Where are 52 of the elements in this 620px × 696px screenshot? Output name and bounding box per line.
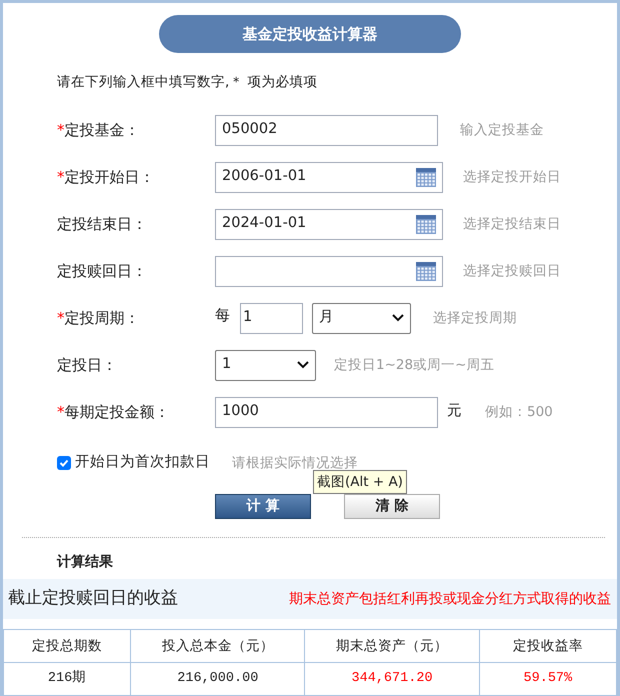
banner-title: 截止定投赎回日的收益 (8, 587, 178, 610)
dropdown[interactable]: 月 (312, 302, 411, 334)
hint-text: 选择定投开始日 (463, 168, 561, 188)
table-cell: 59.57% (479, 662, 616, 696)
input-field[interactable]: 050002 (215, 114, 438, 146)
table-cell: 216期 (4, 662, 131, 696)
date-field[interactable]: 2024-01-01 (215, 208, 443, 240)
checkbox[interactable] (57, 456, 71, 470)
required-mark: * (57, 121, 64, 139)
hint-text: 输入定投基金 (460, 121, 544, 140)
page-title: 基金定投收益计算器 (159, 15, 461, 53)
hint-text: 选择定投周期 (433, 309, 517, 328)
hint-text: 例如：500 (485, 403, 553, 422)
field-label: 定投日： (57, 356, 117, 374)
date-field[interactable]: 2006-01-01 (215, 162, 443, 193)
calendar-icon[interactable] (416, 214, 436, 234)
table-cell: 344,671.20 (304, 662, 480, 696)
field-label: 定投赎回日： (57, 262, 147, 280)
hint-text: 选择定投赎回日 (463, 262, 561, 282)
field-label: 定投开始日： (64, 168, 154, 186)
dropdown[interactable]: 1 (215, 350, 316, 381)
section-heading: 计算结果 (57, 553, 114, 572)
input-field[interactable]: 1 (240, 302, 303, 334)
hint-text: 选择定投结束日 (463, 215, 561, 234)
hint-text: 请根据实际情况选择 (232, 454, 358, 473)
date-field[interactable] (215, 256, 443, 287)
banner-note: 期末总资产包括红利再投或现金分红方式取得的收益 (289, 590, 611, 608)
column-header: 期末总资产（元） (304, 630, 480, 662)
table-cell: 216,000.00 (130, 662, 305, 696)
caret-icon (297, 361, 309, 370)
clear-button[interactable]: 清 除 (344, 494, 440, 519)
required-mark: * (57, 309, 64, 327)
column-header: 定投收益率 (479, 630, 616, 662)
tooltip: 截图(Alt + A) (313, 470, 407, 494)
caret-icon (392, 314, 404, 322)
hint-text: 定投日1~28或周一~周五 (334, 356, 494, 376)
required-mark: * (57, 168, 64, 186)
required-mark: * (57, 403, 64, 421)
column-header: 投入总本金（元） (130, 630, 305, 662)
unit-label: 元 (447, 402, 462, 422)
column-header: 定投总期数 (4, 630, 131, 662)
field-label: 每期定投金额： (64, 403, 170, 421)
input-field[interactable]: 1000 (215, 396, 438, 428)
calculate-button[interactable]: 计 算 (215, 494, 311, 519)
checkbox-label: 开始日为首次扣款日 (75, 453, 210, 472)
calendar-icon[interactable] (416, 262, 436, 281)
calendar-icon[interactable] (416, 168, 436, 187)
field-label: 定投周期： (64, 309, 140, 327)
prefix-label: 每 (215, 305, 230, 326)
field-label: 定投基金： (64, 121, 140, 139)
field-label: 定投结束日： (57, 215, 147, 233)
instruction-text: 请在下列输入框中填写数字,＊ 项为必填项 (57, 73, 319, 92)
